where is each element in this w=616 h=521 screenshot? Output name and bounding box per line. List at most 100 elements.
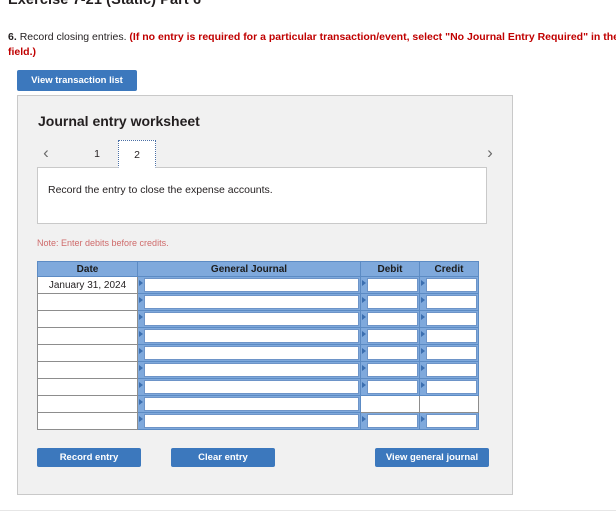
- credit-cell[interactable]: [419, 310, 479, 328]
- general-journal-cell[interactable]: [137, 327, 361, 345]
- credit-cell[interactable]: [419, 276, 479, 294]
- dropdown-caret-icon: [362, 331, 366, 337]
- debit-input[interactable]: [367, 346, 418, 360]
- credit-input[interactable]: [426, 346, 477, 360]
- general-journal-cell[interactable]: [137, 344, 361, 362]
- dropdown-caret-icon: [139, 365, 143, 371]
- journal-entry-table: Date General Journal Debit Credit Januar…: [37, 261, 479, 430]
- credit-input[interactable]: [426, 380, 477, 394]
- credit-cell[interactable]: [419, 412, 479, 430]
- table-row: January 31, 2024: [37, 276, 479, 294]
- general-journal-cell[interactable]: [137, 395, 361, 413]
- dropdown-caret-icon: [139, 280, 143, 286]
- dropdown-caret-icon: [421, 382, 425, 388]
- journal-date-cell: [37, 361, 138, 379]
- general-journal-cell[interactable]: [137, 378, 361, 396]
- entry-description-box: Record the entry to close the expense ac…: [37, 167, 487, 224]
- credit-input[interactable]: [426, 363, 477, 377]
- credit-input[interactable]: [426, 414, 477, 428]
- general-journal-cell[interactable]: [137, 310, 361, 328]
- dropdown-caret-icon: [362, 382, 366, 388]
- general-journal-input[interactable]: [144, 312, 359, 326]
- journal-date-cell: [37, 344, 138, 362]
- requirement-block: 6. Record closing entries. (If no entry …: [8, 30, 616, 60]
- chevron-right-icon[interactable]: ›: [480, 142, 500, 164]
- journal-date-cell: January 31, 2024: [37, 276, 138, 294]
- dropdown-caret-icon: [421, 348, 425, 354]
- general-journal-cell[interactable]: [137, 412, 361, 430]
- debit-cell[interactable]: [360, 276, 420, 294]
- dropdown-caret-icon: [139, 331, 143, 337]
- general-journal-input[interactable]: [144, 329, 359, 343]
- general-journal-input[interactable]: [144, 414, 359, 428]
- view-transaction-list-button[interactable]: View transaction list: [17, 70, 137, 91]
- credit-cell[interactable]: [419, 293, 479, 311]
- dropdown-caret-icon: [139, 348, 143, 354]
- dropdown-caret-icon: [139, 416, 143, 422]
- dropdown-caret-icon: [139, 382, 143, 388]
- dropdown-caret-icon: [362, 314, 366, 320]
- debit-cell[interactable]: [360, 344, 420, 362]
- debit-cell[interactable]: [360, 310, 420, 328]
- exercise-title: Exercise 7-21 (Static) Part 6: [8, 0, 202, 8]
- dropdown-caret-icon: [421, 365, 425, 371]
- credit-cell[interactable]: [419, 344, 479, 362]
- debit-input[interactable]: [367, 414, 418, 428]
- requirement-text: Record closing entries.: [19, 31, 127, 43]
- dropdown-caret-icon: [421, 297, 425, 303]
- table-row: [37, 293, 479, 311]
- journal-date-cell: [37, 310, 138, 328]
- table-header-row: Date General Journal Debit Credit: [37, 261, 479, 277]
- credit-cell[interactable]: [419, 378, 479, 396]
- entry-description-text: Record the entry to close the expense ac…: [48, 184, 273, 196]
- debit-input[interactable]: [367, 380, 418, 394]
- debit-input[interactable]: [367, 312, 418, 326]
- credit-input[interactable]: [426, 295, 477, 309]
- worksheet-page-tab-1[interactable]: 1: [78, 140, 116, 168]
- credit-input[interactable]: [426, 312, 477, 326]
- column-header-general-journal: General Journal: [137, 261, 361, 277]
- credit-cell[interactable]: [419, 327, 479, 345]
- debit-input[interactable]: [367, 295, 418, 309]
- dropdown-caret-icon: [362, 416, 366, 422]
- general-journal-input[interactable]: [144, 397, 359, 411]
- debit-input[interactable]: [367, 363, 418, 377]
- debit-cell[interactable]: [360, 361, 420, 379]
- dropdown-caret-icon: [421, 416, 425, 422]
- general-journal-cell[interactable]: [137, 361, 361, 379]
- worksheet-page-tab-2[interactable]: 2: [118, 140, 156, 168]
- debit-input[interactable]: [367, 278, 418, 292]
- credit-cell: [419, 395, 479, 413]
- general-journal-cell[interactable]: [137, 276, 361, 294]
- debit-cell: [360, 395, 420, 413]
- credit-cell[interactable]: [419, 361, 479, 379]
- debit-cell[interactable]: [360, 327, 420, 345]
- clear-entry-button[interactable]: Clear entry: [171, 448, 275, 467]
- journal-date-cell: [37, 395, 138, 413]
- requirement-number: 6.: [8, 31, 17, 43]
- general-journal-input[interactable]: [144, 346, 359, 360]
- credit-input[interactable]: [426, 329, 477, 343]
- record-entry-button[interactable]: Record entry: [37, 448, 141, 467]
- credit-input[interactable]: [426, 278, 477, 292]
- view-general-journal-button[interactable]: View general journal: [375, 448, 489, 467]
- chevron-left-icon[interactable]: ‹: [36, 142, 56, 164]
- worksheet-pager: ‹ 1 2 ›: [36, 140, 496, 168]
- debit-cell[interactable]: [360, 378, 420, 396]
- journal-date-cell: [37, 412, 138, 430]
- page-title: Journal entry worksheet: [38, 113, 200, 129]
- debit-cell[interactable]: [360, 412, 420, 430]
- dropdown-caret-icon: [139, 314, 143, 320]
- journal-date-cell: [37, 327, 138, 345]
- general-journal-input[interactable]: [144, 295, 359, 309]
- table-row: [37, 344, 479, 362]
- general-journal-input[interactable]: [144, 278, 359, 292]
- dropdown-caret-icon: [421, 314, 425, 320]
- dropdown-caret-icon: [139, 297, 143, 303]
- general-journal-input[interactable]: [144, 380, 359, 394]
- debit-input[interactable]: [367, 329, 418, 343]
- dropdown-caret-icon: [362, 280, 366, 286]
- debit-cell[interactable]: [360, 293, 420, 311]
- general-journal-cell[interactable]: [137, 293, 361, 311]
- general-journal-input[interactable]: [144, 363, 359, 377]
